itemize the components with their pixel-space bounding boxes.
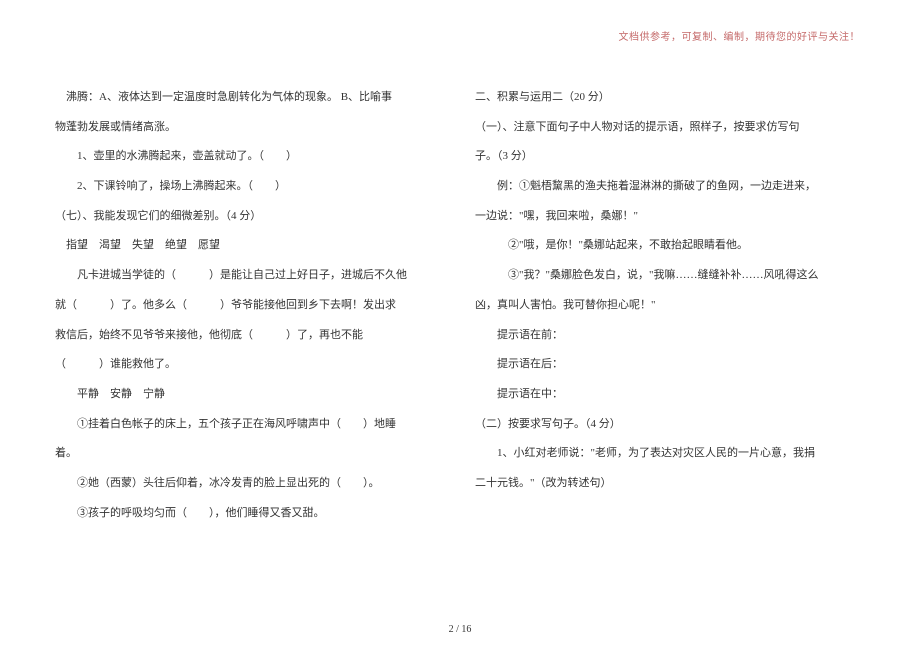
text-line: 沸腾：A、液体达到一定温度时急剧转化为气体的现象。 B、比喻事 bbox=[55, 83, 445, 113]
text-line: ①挂着白色帐子的床上，五个孩子正在海风呼啸声中（ ）地睡 bbox=[55, 410, 445, 440]
text-line: 救信后，始终不见爷爷来接他，他彻底（ ）了，再也不能 bbox=[55, 321, 445, 351]
text-line: ③孩子的呼吸均匀而（ ），他们睡得又香又甜。 bbox=[55, 499, 445, 529]
text-line: 2、下课铃响了，操场上沸腾起来。（ ） bbox=[55, 172, 445, 202]
text-line: 提示语在后： bbox=[475, 350, 865, 380]
page-footer: 2 / 16 bbox=[0, 624, 920, 635]
text-line: （七）、我能发现它们的细微差别。（4 分） bbox=[55, 202, 445, 232]
text-line: 例：①魁梧黧黑的渔夫拖着湿淋淋的撕破了的鱼网，一边走进来， bbox=[475, 172, 865, 202]
text-line: 1、壶里的水沸腾起来，壶盖就动了。（ ） bbox=[55, 142, 445, 172]
text-line: （二）按要求写句子。（4 分） bbox=[475, 410, 865, 440]
text-line: 提示语在中： bbox=[475, 380, 865, 410]
right-column: 二、积累与运用二（20 分） （一）、注意下面句子中人物对话的提示语，照样子，按… bbox=[475, 83, 865, 613]
text-line: 就（ ）了。他多么（ ）爷爷能接他回到乡下去啊！发出求 bbox=[55, 291, 445, 321]
text-line: ②"哦，是你！"桑娜站起来，不敢抬起眼睛看他。 bbox=[475, 231, 865, 261]
text-line: 二、积累与运用二（20 分） bbox=[475, 83, 865, 113]
text-line: （ ）谁能救他了。 bbox=[55, 350, 445, 380]
text-line: 着。 bbox=[55, 439, 445, 469]
text-line: 提示语在前： bbox=[475, 321, 865, 351]
text-line: （一）、注意下面句子中人物对话的提示语，照样子，按要求仿写句 bbox=[475, 113, 865, 143]
text-line: 物蓬勃发展或情绪高涨。 bbox=[55, 113, 445, 143]
text-line: 指望 渴望 失望 绝望 愿望 bbox=[55, 231, 445, 261]
text-line: 平静 安静 宁静 bbox=[55, 380, 445, 410]
header-note: 文档供参考，可复制、编制，期待您的好评与关注！ bbox=[619, 28, 861, 43]
text-line: 凡卡进城当学徒的（ ）是能让自己过上好日子，进城后不久他 bbox=[55, 261, 445, 291]
text-line: 二十元钱。"（改为转述句） bbox=[475, 469, 865, 499]
text-line: 子。（3 分） bbox=[475, 142, 865, 172]
text-line: 一边说："嘿，我回来啦，桑娜！" bbox=[475, 202, 865, 232]
left-column: 沸腾：A、液体达到一定温度时急剧转化为气体的现象。 B、比喻事 物蓬勃发展或情绪… bbox=[55, 83, 445, 613]
document-page: 文档供参考，可复制、编制，期待您的好评与关注！ 沸腾：A、液体达到一定温度时急剧… bbox=[0, 0, 920, 651]
text-line: ②她（西蒙）头往后仰着，冰冷发青的脸上显出死的（ ）。 bbox=[55, 469, 445, 499]
text-line: 凶，真叫人害怕。我可替你担心呢！" bbox=[475, 291, 865, 321]
text-line: ③"我？"桑娜脸色发白，说，"我嘛……缝缝补补……风吼得这么 bbox=[475, 261, 865, 291]
content-columns: 沸腾：A、液体达到一定温度时急剧转化为气体的现象。 B、比喻事 物蓬勃发展或情绪… bbox=[55, 83, 865, 613]
text-line: 1、小红对老师说："老师，为了表达对灾区人民的一片心意，我捐 bbox=[475, 439, 865, 469]
